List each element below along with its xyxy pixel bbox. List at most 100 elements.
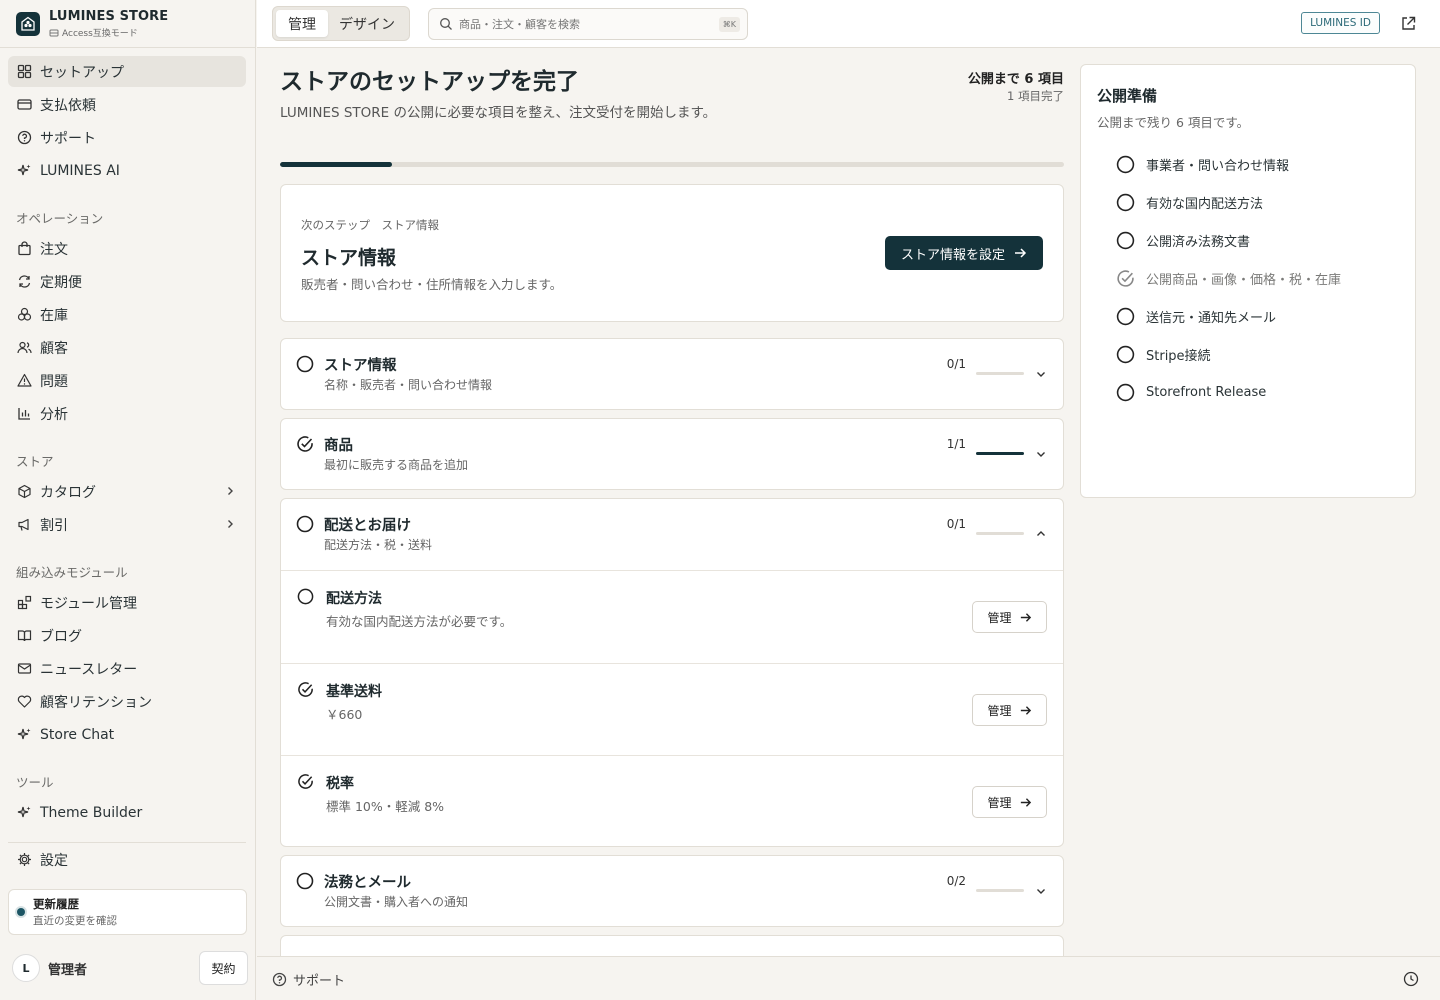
sidebar-item-label: Store Chat xyxy=(40,726,115,743)
clock-icon[interactable] xyxy=(1403,971,1419,987)
check-circle-icon xyxy=(297,681,314,698)
checklist-item[interactable]: Stripe接続 xyxy=(1105,344,1211,364)
next-step-card: 次のステップ ストア情報 ストア情報 販売者・問い合わせ・住所情報を入力します。… xyxy=(280,184,1064,322)
publish-checklist-panel: 公開準備 公開まで残り 6 項目です。 事業者・問い合わせ情報 有効な国内配送方… xyxy=(1080,64,1416,498)
circle-icon xyxy=(1116,155,1135,174)
sidebar-item-issues[interactable]: 問題 xyxy=(8,365,246,396)
sidebar-item-module-management[interactable]: モジュール管理 xyxy=(8,587,246,618)
database-icon xyxy=(49,29,59,36)
lumines-id-button[interactable]: LUMINES ID xyxy=(1301,12,1380,34)
sparkle-icon xyxy=(16,805,32,821)
boxes-icon xyxy=(16,307,32,323)
sidebar-item-theme-builder[interactable]: Theme Builder xyxy=(8,797,246,828)
sidebar-item-support[interactable]: サポート xyxy=(8,122,246,153)
section-header[interactable]: 配送とお届け 配送方法・税・送料 0/1 xyxy=(281,499,1063,570)
check-circle-icon xyxy=(296,435,314,453)
check-circle-icon xyxy=(1116,269,1135,288)
help-icon xyxy=(272,972,287,987)
search-box[interactable]: ⌘K xyxy=(428,8,748,40)
sidebar-item-lumines-ai[interactable]: LUMINES AI xyxy=(8,155,246,186)
section-title: 法務とメール xyxy=(324,875,411,891)
brand[interactable]: LUMINES STORE Access互換モード xyxy=(16,8,168,40)
sidebar-item-customers[interactable]: 顧客 xyxy=(8,332,246,363)
check-circle-icon xyxy=(297,773,314,790)
gear-icon xyxy=(16,852,32,868)
sidebar-item-store-chat[interactable]: Store Chat xyxy=(8,719,246,750)
circle-icon xyxy=(296,872,314,890)
refresh-icon xyxy=(16,274,32,290)
checklist-item-label: 公開済み法務文書 xyxy=(1146,234,1251,250)
section-header[interactable]: ストア情報 名称・販売者・問い合わせ情報 0/1 xyxy=(281,339,1063,409)
blocks-icon xyxy=(16,595,32,611)
checklist-title: 公開準備 xyxy=(1097,87,1158,105)
section-progress-fill xyxy=(976,452,1024,455)
footer-support-label: サポート xyxy=(293,974,346,989)
sidebar-item-analytics[interactable]: 分析 xyxy=(8,398,246,429)
sidebar-item-payment-requests[interactable]: 支払依頼 xyxy=(8,89,246,120)
section-count: 1/1 xyxy=(946,437,966,451)
section-header[interactable]: 商品 最初に販売する商品を追加 1/1 xyxy=(281,419,1063,489)
sidebar-item-label: ニュースレター xyxy=(40,661,138,678)
checklist-item[interactable]: 公開商品・画像・価格・税・在庫 xyxy=(1105,268,1341,288)
remaining-count: 公開まで 6 項目 xyxy=(967,72,1064,87)
package-icon xyxy=(16,484,32,500)
external-link-icon[interactable] xyxy=(1400,15,1417,32)
sidebar-item-inventory[interactable]: 在庫 xyxy=(8,299,246,330)
sidebar-item-subscriptions[interactable]: 定期便 xyxy=(8,266,246,297)
setup-progress-fill xyxy=(280,162,393,167)
chevron-right-icon xyxy=(224,485,236,497)
card-icon xyxy=(16,97,32,113)
update-history-card[interactable]: 更新履歴 直近の変更を確認 xyxy=(8,889,247,935)
completed-count: 1 項目完了 xyxy=(1007,89,1064,103)
sidebar-item-label: サポート xyxy=(40,130,96,147)
sidebar: LUMINES STORE Access互換モード セットアップ 支払依頼 サポ… xyxy=(0,0,256,1000)
sidebar-item-label: ブログ xyxy=(40,628,82,645)
search-input[interactable] xyxy=(459,17,699,31)
sidebar-section-modules: 組み込みモジュール xyxy=(16,565,128,580)
chevron-up-icon xyxy=(1035,528,1047,540)
sidebar-item-blog[interactable]: ブログ xyxy=(8,620,246,651)
sidebar-section-store: ストア xyxy=(16,454,54,469)
checklist-item[interactable]: 有効な国内配送方法 xyxy=(1105,192,1263,212)
sidebar-item-setup[interactable]: セットアップ xyxy=(8,56,246,87)
checklist-item[interactable]: 事業者・問い合わせ情報 xyxy=(1105,154,1289,174)
footer-support-link[interactable]: サポート xyxy=(272,970,345,989)
checklist-item-label: Storefront Release xyxy=(1146,384,1267,400)
next-step-title: ストア情報 xyxy=(301,247,397,269)
mode-switch: 管理 デザイン xyxy=(272,6,410,41)
checklist-item[interactable]: 送信元・通知先メール xyxy=(1105,306,1276,326)
sidebar-item-discounts[interactable]: 割引 xyxy=(8,509,246,540)
update-history-subtitle: 直近の変更を確認 xyxy=(33,915,117,927)
avatar[interactable]: L xyxy=(12,954,40,982)
brand-title: LUMINES STORE xyxy=(49,9,169,24)
sidebar-item-label: 在庫 xyxy=(40,307,68,324)
mode-design-button[interactable]: デザイン xyxy=(328,10,406,37)
section-subtitle: 配送方法・税・送料 xyxy=(324,538,433,552)
task-title: 基準送料 xyxy=(326,684,382,700)
manage-button[interactable]: 管理 xyxy=(972,601,1047,633)
checklist-item[interactable]: 公開済み法務文書 xyxy=(1105,230,1250,250)
arrow-right-icon xyxy=(1013,246,1027,260)
sidebar-item-retention[interactable]: 顧客リテンション xyxy=(8,686,246,717)
divider xyxy=(0,47,256,48)
checklist-item[interactable]: Storefront Release xyxy=(1105,382,1266,402)
contract-button[interactable]: 契約 xyxy=(199,951,248,985)
sidebar-item-newsletter[interactable]: ニュースレター xyxy=(8,653,246,684)
next-step-description: 販売者・問い合わせ・住所情報を入力します。 xyxy=(301,277,563,292)
section-subtitle: 最初に販売する商品を追加 xyxy=(324,458,469,472)
sidebar-item-catalog[interactable]: カタログ xyxy=(8,476,246,507)
sidebar-item-settings[interactable]: 設定 xyxy=(8,844,246,875)
sidebar-item-orders[interactable]: 注文 xyxy=(8,233,246,264)
mode-manage-button[interactable]: 管理 xyxy=(276,10,328,37)
manage-button[interactable]: 管理 xyxy=(972,694,1047,726)
set-store-info-button[interactable]: ストア情報を設定 xyxy=(885,236,1043,270)
sidebar-item-label: カタログ xyxy=(40,484,96,501)
book-icon xyxy=(16,628,32,644)
button-label: 管理 xyxy=(987,703,1012,718)
task-row-shipping-method: 配送方法 有効な国内配送方法が必要です。 管理 xyxy=(281,570,1063,663)
sidebar-section-tools: ツール xyxy=(16,775,54,790)
section-header[interactable]: 法務とメール 公開文書・購入者への通知 0/2 xyxy=(281,856,1063,926)
manage-button[interactable]: 管理 xyxy=(972,786,1047,818)
sidebar-item-label: 顧客 xyxy=(40,340,68,357)
sidebar-item-label: 設定 xyxy=(40,852,68,869)
